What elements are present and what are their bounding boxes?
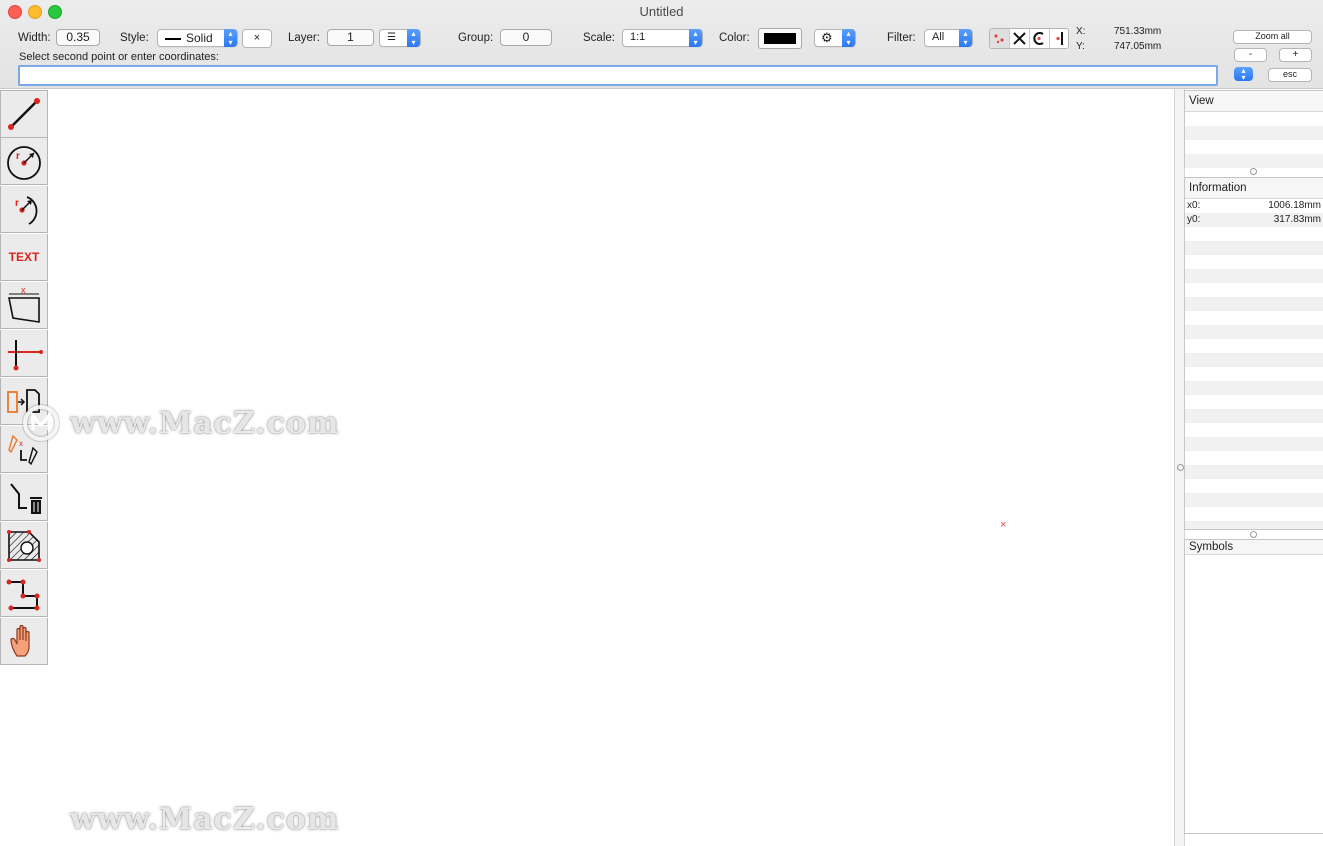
information-panel: Information x0: 1006.18mm y0: 317.83mm <box>1184 177 1323 530</box>
delete-tool[interactable] <box>0 474 48 521</box>
coord-y-value: 747.05mm <box>1114 41 1162 52</box>
snap-points-icon[interactable] <box>990 29 1010 48</box>
info-x0-label: x0: <box>1187 200 1201 211</box>
style-stepper-icon: ▴ ▾ <box>224 29 237 47</box>
dimension-tool[interactable]: x <box>0 282 48 329</box>
info-row-x0: x0: 1006.18mm <box>1185 199 1323 213</box>
minimize-window-button[interactable] <box>28 5 42 19</box>
scale-stepper-icon: ▴ ▾ <box>689 29 702 47</box>
snap-intersection-icon[interactable] <box>1010 29 1030 48</box>
snap-perpendicular-icon[interactable] <box>1050 29 1069 48</box>
text-tool-icon: TEXT <box>8 250 40 264</box>
pan-tool[interactable] <box>0 618 48 665</box>
solid-line-icon <box>165 38 181 40</box>
text-tool[interactable]: TEXT <box>0 234 48 281</box>
group-field[interactable]: 0 <box>500 29 552 46</box>
filter-popup[interactable]: All ▴ ▾ <box>924 29 973 47</box>
color-well[interactable] <box>758 28 802 49</box>
polyline-tool[interactable] <box>0 570 48 617</box>
trim-tool-icon <box>8 340 43 371</box>
view-panel: View <box>1184 90 1323 168</box>
style-popup[interactable]: Solid ▴ ▾ <box>157 29 238 47</box>
width-field[interactable]: 0.35 <box>56 29 100 46</box>
scale-label: Scale: <box>583 32 615 44</box>
watermark: www.MacZ.com <box>22 404 340 442</box>
watermark-text: www.MacZ.com <box>70 405 340 441</box>
symbols-panel: Symbols <box>1184 539 1323 834</box>
scale-popup[interactable]: 1:1 ▴ ▾ <box>622 29 703 47</box>
command-prompt-label: Select second point or enter coordinates… <box>19 51 219 63</box>
info-y0-label: y0: <box>1187 214 1201 225</box>
info-row-y0: y0: 317.83mm <box>1185 213 1323 227</box>
watermark-text: www.MacZ.com <box>70 801 340 837</box>
watermark-logo-icon <box>23 405 59 441</box>
svg-text:r: r <box>16 151 20 162</box>
layer-label: Layer: <box>288 32 320 44</box>
delete-tool-icon <box>10 483 42 514</box>
svg-text:x: x <box>21 285 26 295</box>
style-label: Style: <box>120 32 149 44</box>
cursor-marker-icon: × <box>1000 519 1007 531</box>
view-panel-title: View <box>1185 91 1323 112</box>
color-swatch <box>764 33 796 44</box>
dimension-tool-icon: x <box>8 285 40 323</box>
filter-label: Filter: <box>887 32 916 44</box>
width-label: Width: <box>18 32 51 44</box>
view-list[interactable] <box>1185 112 1323 168</box>
settings-menu-button[interactable]: ⚙ ▴ ▾ <box>814 29 856 47</box>
history-stepper-icon[interactable]: ▴ ▾ <box>1234 67 1253 82</box>
watermark-logo-icon <box>23 801 59 837</box>
line-tool[interactable] <box>0 90 48 138</box>
panel-divider-handle-icon[interactable] <box>1250 168 1257 175</box>
coord-y-label: Y: <box>1076 41 1085 52</box>
command-input[interactable] <box>18 65 1218 86</box>
filter-stepper-icon: ▴ ▾ <box>959 29 972 47</box>
color-label: Color: <box>719 32 750 44</box>
zoom-window-button[interactable] <box>48 5 62 19</box>
hatch-tool-icon <box>7 530 41 562</box>
line-tool-icon <box>8 98 40 130</box>
snap-button-group <box>989 28 1069 49</box>
watermark: www.MacZ.com <box>22 800 340 838</box>
panel-divider-handle-icon[interactable] <box>1250 531 1257 538</box>
zoom-out-button[interactable]: - <box>1234 48 1267 62</box>
group-label: Group: <box>458 32 494 44</box>
info-x0-value: 1006.18mm <box>1268 200 1321 211</box>
close-window-button[interactable] <box>8 5 22 19</box>
circle-tool[interactable]: r <box>0 138 48 185</box>
layer-menu-button[interactable]: ☰ ▴ ▾ <box>379 29 421 47</box>
gear-icon: ⚙ <box>821 30 833 45</box>
drawing-canvas[interactable]: × <box>48 89 1173 846</box>
zoom-in-button[interactable]: + <box>1279 48 1312 62</box>
trim-tool[interactable] <box>0 330 48 377</box>
style-clear-button[interactable]: × <box>242 29 272 48</box>
escape-button[interactable]: esc <box>1268 68 1312 82</box>
splitter-handle-icon <box>1177 464 1184 471</box>
settings-stepper-icon: ▴ ▾ <box>842 29 855 47</box>
hatch-tool[interactable] <box>0 522 48 569</box>
pan-hand-icon <box>10 624 30 657</box>
svg-text:r: r <box>15 198 19 209</box>
style-value: Solid <box>186 31 213 45</box>
information-list <box>1185 227 1323 529</box>
symbols-panel-title: Symbols <box>1185 540 1323 555</box>
coord-x-value: 751.33mm <box>1114 26 1162 37</box>
arc-tool-icon: r <box>15 196 38 225</box>
polyline-tool-icon <box>6 579 40 611</box>
scale-value: 1:1 <box>630 31 646 43</box>
filter-value: All <box>932 31 945 43</box>
list-icon: ☰ <box>387 32 396 43</box>
arc-tool[interactable]: r <box>0 186 48 233</box>
zoom-all-button[interactable]: Zoom all <box>1233 30 1312 44</box>
coord-x-label: X: <box>1076 26 1086 37</box>
snap-center-icon[interactable] <box>1030 29 1050 48</box>
window-title: Untitled <box>639 4 684 19</box>
layer-stepper-icon: ▴ ▾ <box>407 29 420 47</box>
info-y0-value: 317.83mm <box>1273 214 1321 225</box>
layer-field[interactable]: 1 <box>327 29 374 46</box>
information-panel-title: Information <box>1185 178 1323 199</box>
circle-tool-icon: r <box>7 146 41 180</box>
